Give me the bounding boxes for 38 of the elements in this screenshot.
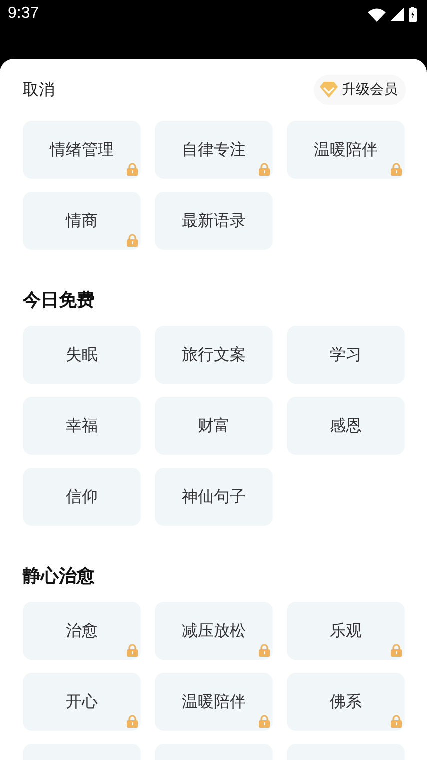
lock-icon bbox=[127, 234, 138, 247]
category-tile[interactable]: 温暖陪伴 bbox=[155, 673, 273, 731]
category-tile[interactable]: 治愈 bbox=[23, 602, 141, 660]
category-tile[interactable]: 乐观 bbox=[287, 602, 405, 660]
section-title: 今日免费 bbox=[23, 289, 96, 312]
category-tile[interactable]: 温暖陪伴 bbox=[287, 121, 405, 179]
category-tile[interactable]: 开心 bbox=[23, 673, 141, 731]
category-tile[interactable]: 情绪管理 bbox=[23, 121, 141, 179]
upgrade-button[interactable]: 升级会员 bbox=[314, 75, 406, 105]
lock-icon bbox=[259, 715, 270, 728]
battery-icon bbox=[409, 7, 417, 22]
category-tile[interactable]: 情商 bbox=[23, 192, 141, 250]
category-tile[interactable]: 财富 bbox=[155, 397, 273, 455]
category-tile[interactable]: 失眠 bbox=[23, 326, 141, 384]
lock-icon bbox=[391, 644, 402, 657]
lock-icon bbox=[127, 715, 138, 728]
lock-icon bbox=[127, 644, 138, 657]
cancel-button[interactable]: 取消 bbox=[23, 80, 55, 100]
lock-icon bbox=[391, 715, 402, 728]
signal-icon bbox=[391, 8, 404, 21]
category-tile[interactable]: 自律专注 bbox=[155, 121, 273, 179]
lock-icon bbox=[259, 163, 270, 176]
category-tile[interactable]: 感恩 bbox=[287, 397, 405, 455]
category-tile[interactable]: 减压放松 bbox=[155, 602, 273, 660]
category-tile[interactable]: 幸福 bbox=[23, 397, 141, 455]
lock-icon bbox=[391, 163, 402, 176]
diamond-icon bbox=[320, 82, 338, 98]
category-tile[interactable]: 旅行文案 bbox=[155, 326, 273, 384]
status-time: 9:37 bbox=[8, 5, 40, 23]
category-tile[interactable]: 最新语录 bbox=[155, 192, 273, 250]
category-tile[interactable]: 佛系 bbox=[287, 673, 405, 731]
lock-icon bbox=[259, 644, 270, 657]
lock-icon bbox=[127, 163, 138, 176]
wifi-icon bbox=[368, 8, 386, 22]
category-tile[interactable]: 信仰 bbox=[23, 468, 141, 526]
section-title: 静心治愈 bbox=[23, 565, 96, 588]
category-tile[interactable]: 学习 bbox=[287, 326, 405, 384]
category-tile[interactable]: 神仙句子 bbox=[155, 468, 273, 526]
